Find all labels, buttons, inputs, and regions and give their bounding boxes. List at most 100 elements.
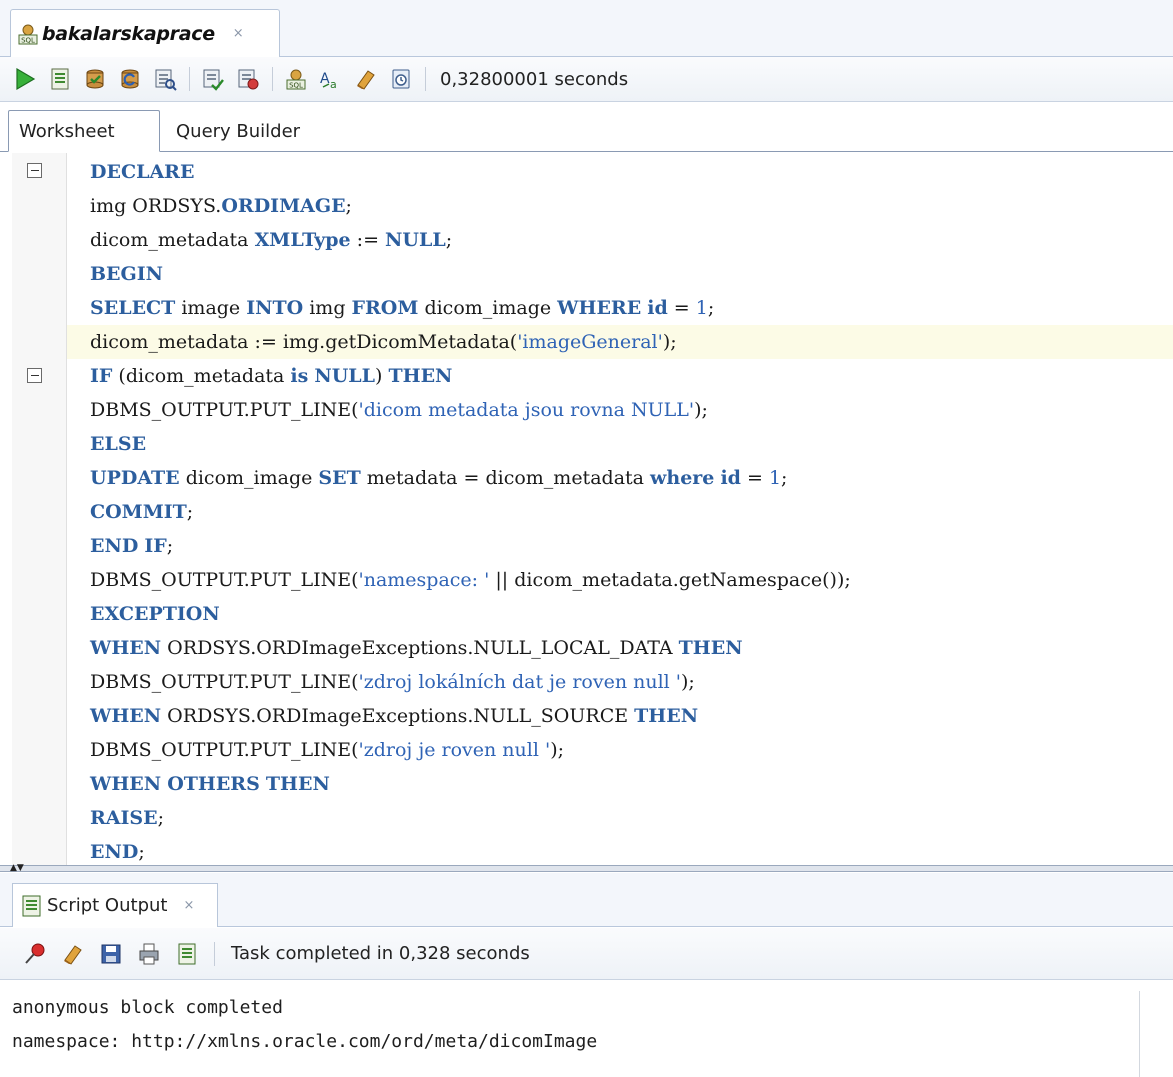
sql-token: = xyxy=(740,467,769,489)
sql-keyword: DECLARE xyxy=(90,161,195,183)
editor-gutter xyxy=(12,153,67,865)
code-line[interactable]: dicom_metadata XMLType := NULL; xyxy=(90,223,452,257)
code-line[interactable]: UPDATE dicom_image SET metadata = dicom_… xyxy=(90,461,787,495)
sql-token: ORDSYS.ORDImageExceptions.NULL_LOCAL_DAT… xyxy=(161,637,679,659)
code-line[interactable]: END IF; xyxy=(90,529,173,563)
code-line[interactable]: dicom_metadata := img.getDicomMetadata('… xyxy=(67,325,1173,359)
fold-collapse-icon[interactable] xyxy=(27,368,42,383)
format-case-icon[interactable]: Aa xyxy=(318,66,344,92)
code-line[interactable]: BEGIN xyxy=(90,257,163,291)
toolbar-separator xyxy=(214,941,215,966)
sql-keyword: EXCEPTION xyxy=(90,603,220,625)
document-tab-bakalarskaprace[interactable]: SQL bakalarskaprace × xyxy=(10,9,280,57)
code-line[interactable]: WHEN OTHERS THEN xyxy=(90,767,330,801)
explain-plan-icon[interactable] xyxy=(152,66,178,92)
sql-keyword: SET xyxy=(318,467,361,489)
sql-keyword: COMMIT xyxy=(90,501,187,523)
toolbar-separator xyxy=(425,67,426,91)
sql-token: (dicom_metadata xyxy=(112,365,291,387)
task-status: Task completed in 0,328 seconds xyxy=(231,943,530,964)
sql-token: ; xyxy=(138,841,145,863)
sql-string-literal: 'namespace: ' xyxy=(358,569,490,591)
output-line: namespace: http://xmlns.oracle.com/ord/m… xyxy=(12,1031,598,1052)
svg-text:SQL: SQL xyxy=(289,82,303,90)
sql-keyword: WHEN xyxy=(90,705,162,727)
run-statement-icon[interactable] xyxy=(12,66,38,92)
sql-keyword: id xyxy=(647,297,668,319)
sql-connection-icon: SQL xyxy=(17,23,39,45)
sql-keyword: ELSE xyxy=(90,433,147,455)
history-icon[interactable] xyxy=(388,66,414,92)
sql-string-literal: 'zdroj lokálních dat je roven null ' xyxy=(358,671,682,693)
sql-token: ) xyxy=(375,365,389,387)
sql-keyword: WHEN xyxy=(90,773,162,795)
code-line[interactable]: DBMS_OUTPUT.PUT_LINE('dicom metadata jso… xyxy=(90,393,708,427)
sql-token: DBMS_OUTPUT.PUT_LINE( xyxy=(90,569,359,591)
sql-token: dicom_image xyxy=(179,467,319,489)
code-line[interactable]: img ORDSYS.ORDIMAGE; xyxy=(90,189,352,223)
output-tabstrip: Script Output × xyxy=(0,873,1173,927)
sql-token: dicom_image xyxy=(418,297,558,319)
tab-worksheet[interactable]: Worksheet xyxy=(8,110,160,152)
sql-token: DBMS_OUTPUT.PUT_LINE( xyxy=(90,399,359,421)
close-icon[interactable]: × xyxy=(233,26,244,41)
tab-script-output[interactable]: Script Output × xyxy=(12,883,218,927)
worksheet-toolbar: SQL Aa 0,32800001 seconds xyxy=(0,57,1173,102)
sql-editor[interactable]: DECLARE img ORDSYS.ORDIMAGE; dicom_metadat… xyxy=(0,153,1173,865)
clear-eraser-icon[interactable] xyxy=(353,66,379,92)
rollback-icon[interactable] xyxy=(117,66,143,92)
execution-time-status: 0,32800001 seconds xyxy=(440,68,629,90)
pin-icon[interactable] xyxy=(22,941,48,967)
sql-keyword: THEN xyxy=(678,637,743,659)
sql-keyword: WHEN xyxy=(90,637,162,659)
sql-token: img ORDSYS. xyxy=(90,195,222,217)
code-line[interactable]: WHEN ORDSYS.ORDImageExceptions.NULL_SOUR… xyxy=(90,699,698,733)
code-line[interactable]: SELECT image INTO img FROM dicom_image W… xyxy=(90,291,714,325)
sql-token: ; xyxy=(781,467,788,489)
code-line[interactable]: RAISE; xyxy=(90,801,164,835)
sql-number-literal: 1 xyxy=(695,297,708,319)
code-line[interactable]: DBMS_OUTPUT.PUT_LINE('zdroj je roven nul… xyxy=(90,733,564,767)
panel-splitter[interactable] xyxy=(0,865,1173,872)
code-line[interactable]: DBMS_OUTPUT.PUT_LINE('zdroj lokálních da… xyxy=(90,665,695,699)
code-line[interactable]: DBMS_OUTPUT.PUT_LINE('namespace: ' || di… xyxy=(90,563,851,597)
save-icon[interactable] xyxy=(98,941,124,967)
code-line[interactable]: COMMIT; xyxy=(90,495,193,529)
sql-token: := xyxy=(350,229,386,251)
print-icon[interactable] xyxy=(136,941,162,967)
tab-query-builder[interactable]: Query Builder xyxy=(166,110,310,152)
code-line[interactable]: WHEN ORDSYS.ORDImageExceptions.NULL_LOCA… xyxy=(90,631,743,665)
sql-tuning-icon[interactable] xyxy=(235,66,261,92)
open-file-icon[interactable] xyxy=(174,941,200,967)
code-line[interactable]: DECLARE xyxy=(90,155,194,189)
autotrace-icon[interactable] xyxy=(200,66,226,92)
svg-text:a: a xyxy=(330,78,337,91)
sql-keyword: XMLType xyxy=(254,229,351,251)
commit-icon[interactable] xyxy=(82,66,108,92)
toolbar-separator xyxy=(272,67,273,91)
sql-keyword: ORDIMAGE xyxy=(221,195,346,217)
clear-eraser-icon[interactable] xyxy=(60,941,86,967)
worksheet-tabs: Worksheet Query Builder xyxy=(0,110,1173,152)
script-output-area[interactable]: anonymous block completed namespace: htt… xyxy=(0,981,1173,1077)
fold-collapse-icon[interactable] xyxy=(27,163,42,178)
splitter-arrows-icon[interactable]: ▲▼ xyxy=(10,864,24,873)
sql-string-literal: 'imageGeneral' xyxy=(517,331,663,353)
sql-keyword: INTO xyxy=(246,297,304,319)
sql-keyword: IF xyxy=(90,365,113,387)
sql-number-literal: 1 xyxy=(768,467,782,489)
close-icon[interactable]: × xyxy=(183,898,194,913)
code-line[interactable]: EXCEPTION xyxy=(90,597,220,631)
run-script-icon[interactable] xyxy=(47,66,73,92)
sql-string-literal: 'dicom metadata jsou rovna NULL' xyxy=(358,399,695,421)
sql-token: dicom_metadata xyxy=(90,229,255,251)
script-output-text: anonymous block completed namespace: htt… xyxy=(12,991,1140,1077)
code-line[interactable]: END; xyxy=(90,835,145,869)
sql-keyword: is xyxy=(290,365,309,387)
output-line: anonymous block completed xyxy=(12,997,283,1018)
code-line[interactable]: IF (dicom_metadata is NULL) THEN xyxy=(90,359,452,393)
sql-token: DBMS_OUTPUT.PUT_LINE( xyxy=(90,739,359,761)
sql-history-icon[interactable]: SQL xyxy=(283,66,309,92)
code-line[interactable]: ELSE xyxy=(90,427,146,461)
sql-token: ); xyxy=(681,671,695,693)
